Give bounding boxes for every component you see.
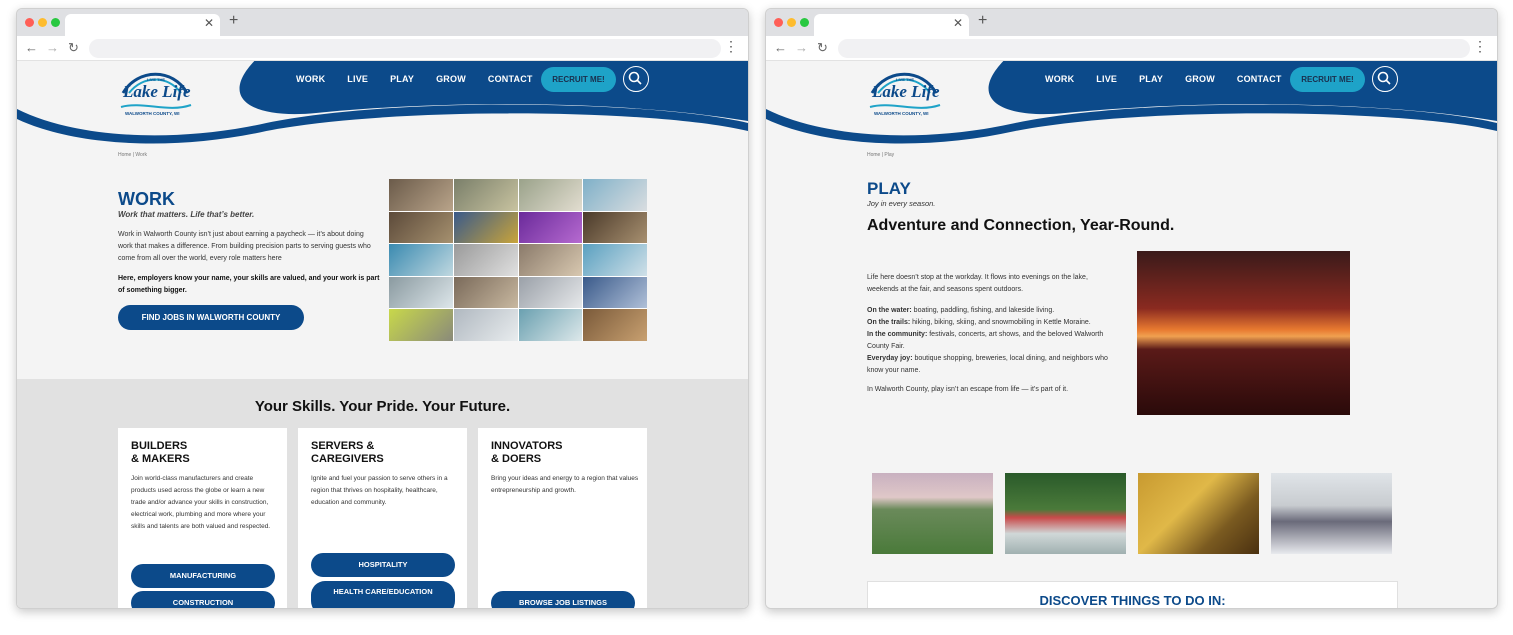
page-subtitle: Joy in every season. xyxy=(867,199,936,208)
browse-job-listings-button[interactable]: BROWSE JOB LISTINGS xyxy=(491,591,635,608)
browser-window-play: ✕ + ← → ↻ ⋮ LIVE THE Lake Life WALWORTH … xyxy=(765,8,1498,609)
search-icon[interactable] xyxy=(623,66,649,92)
nav-contact[interactable]: CONTACT xyxy=(1237,74,1282,84)
maximize-window-icon[interactable] xyxy=(800,18,809,27)
card-text: Ignite and fuel your passion to serve ot… xyxy=(311,475,448,506)
logo-main-text: Lake Life xyxy=(123,82,191,101)
discover-box: DISCOVER THINGS TO DO IN: xyxy=(867,581,1398,608)
site-logo[interactable]: LIVE THE Lake Life WALWORTH COUNTY, WI xyxy=(862,63,946,123)
activity-item: On the water: boating, paddling, fishing… xyxy=(867,307,1055,314)
intro-text: Life here doesn’t stop at the workday. I… xyxy=(867,274,1088,293)
forward-icon[interactable]: → xyxy=(795,40,808,55)
recruit-button[interactable]: RECRUIT ME! xyxy=(541,67,616,92)
close-tab-icon[interactable]: ✕ xyxy=(953,16,963,30)
worker-photo-collage xyxy=(389,179,647,341)
page-content: LIVE THE Lake Life WALWORTH COUNTY, WI W… xyxy=(17,61,748,608)
headline: Adventure and Connection, Year-Round. xyxy=(867,217,1175,234)
close-tab-icon[interactable]: ✕ xyxy=(204,16,214,30)
minimize-window-icon[interactable] xyxy=(38,18,47,27)
browser-toolbar: ← → ↻ ⋮ xyxy=(17,36,748,61)
browser-window-work: ✕ + ← → ↻ ⋮ LIVE THE Lake Life WALWORTH … xyxy=(16,8,749,609)
activity-item: On the trails: hiking, biking, skiing, a… xyxy=(867,319,1091,326)
card-servers-caregivers: SERVERS & CAREGIVERS Ignite and fuel your… xyxy=(298,428,467,608)
health-care-education-button[interactable]: HEALTH CARE/EDUCATION xyxy=(311,581,455,608)
forward-icon[interactable]: → xyxy=(46,40,59,55)
main-nav: WORK LIVE PLAY GROW CONTACT xyxy=(1045,74,1304,84)
intro-bold-text: Here, employers know your name, your ski… xyxy=(118,275,380,294)
nav-play[interactable]: PLAY xyxy=(390,74,414,84)
closing-text: In Walworth County, play isn’t an escape… xyxy=(867,386,1069,393)
page-title: PLAY xyxy=(867,179,911,198)
browser-tab[interactable]: ✕ xyxy=(65,14,220,36)
card-title: INNOVATORS & DOERS xyxy=(491,440,563,465)
close-window-icon[interactable] xyxy=(25,18,34,27)
tab-bar: ✕ + xyxy=(17,9,748,36)
browser-tab[interactable]: ✕ xyxy=(814,14,969,36)
intro-text: Work in Walworth County isn’t just about… xyxy=(118,231,371,262)
search-icon[interactable] xyxy=(1372,66,1398,92)
mountain-bike-photo xyxy=(1138,473,1259,554)
card-text: Bring your ideas and energy to a region … xyxy=(491,475,639,494)
nav-live[interactable]: LIVE xyxy=(347,74,368,84)
reload-icon[interactable]: ↻ xyxy=(817,40,828,56)
page-subtitle: Work that matters. Life that’s better. xyxy=(118,210,255,219)
card-title: BUILDERS & MAKERS xyxy=(131,440,190,465)
card-title: SERVERS & CAREGIVERS xyxy=(311,440,384,465)
nav-grow[interactable]: GROW xyxy=(1185,74,1215,84)
breadcrumb: Home | Work xyxy=(118,152,147,158)
page-content: LIVE THE Lake Life WALWORTH COUNTY, WI W… xyxy=(766,61,1497,608)
activity-item: In the community: festivals, concerts, a… xyxy=(867,331,1104,350)
new-tab-icon[interactable]: + xyxy=(978,12,987,30)
ski-lift-photo xyxy=(1271,473,1392,554)
card-innovators-doers: INNOVATORS & DOERS Bring your ideas and e… xyxy=(478,428,647,608)
section-title: Your Skills. Your Pride. Your Future. xyxy=(254,398,511,415)
address-bar[interactable] xyxy=(838,39,1470,58)
menu-icon[interactable]: ⋮ xyxy=(724,38,738,55)
farm-field-photo xyxy=(872,473,993,554)
reload-icon[interactable]: ↻ xyxy=(68,40,79,56)
breadcrumb: Home | Play xyxy=(867,152,895,158)
back-icon[interactable]: ← xyxy=(25,40,38,55)
construction-button[interactable]: CONSTRUCTION xyxy=(131,591,275,608)
main-nav: WORK LIVE PLAY GROW CONTACT xyxy=(296,74,555,84)
manufacturing-button[interactable]: MANUFACTURING xyxy=(131,564,275,588)
activity-item: Everyday joy: boutique shopping, breweri… xyxy=(867,355,1108,374)
logo-bottom-text: WALWORTH COUNTY, WI xyxy=(874,111,929,116)
page-title: WORK xyxy=(118,189,175,209)
menu-icon[interactable]: ⋮ xyxy=(1473,38,1487,55)
nav-work[interactable]: WORK xyxy=(296,74,325,84)
browser-toolbar: ← → ↻ ⋮ xyxy=(766,36,1497,61)
water-ski-photo xyxy=(1005,473,1126,554)
card-builders-makers: BUILDERS & MAKERS Join world-class manufa… xyxy=(118,428,287,608)
nav-contact[interactable]: CONTACT xyxy=(488,74,533,84)
minimize-window-icon[interactable] xyxy=(787,18,796,27)
nav-grow[interactable]: GROW xyxy=(436,74,466,84)
sunset-lake-photo xyxy=(1137,251,1350,415)
back-icon[interactable]: ← xyxy=(774,40,787,55)
nav-play[interactable]: PLAY xyxy=(1139,74,1163,84)
new-tab-icon[interactable]: + xyxy=(229,12,238,30)
close-window-icon[interactable] xyxy=(774,18,783,27)
maximize-window-icon[interactable] xyxy=(51,18,60,27)
hospitality-button[interactable]: HOSPITALITY xyxy=(311,553,455,577)
recruit-button[interactable]: RECRUIT ME! xyxy=(1290,67,1365,92)
address-bar[interactable] xyxy=(89,39,721,58)
find-jobs-button[interactable]: FIND JOBS IN WALWORTH COUNTY xyxy=(118,305,304,330)
logo-bottom-text: WALWORTH COUNTY, WI xyxy=(125,111,180,116)
site-logo[interactable]: LIVE THE Lake Life WALWORTH COUNTY, WI xyxy=(113,63,197,123)
nav-live[interactable]: LIVE xyxy=(1096,74,1117,84)
logo-main-text: Lake Life xyxy=(872,82,940,101)
tab-bar: ✕ + xyxy=(766,9,1497,36)
discover-title: DISCOVER THINGS TO DO IN: xyxy=(1039,593,1226,608)
nav-work[interactable]: WORK xyxy=(1045,74,1074,84)
card-text: Join world-class manufacturers and creat… xyxy=(131,475,271,530)
